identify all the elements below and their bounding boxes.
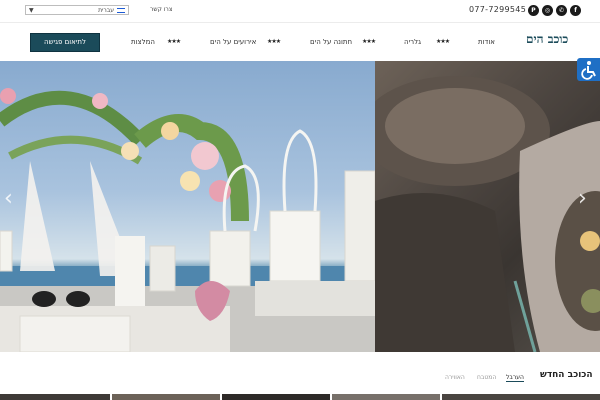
facebook-icon[interactable]: f xyxy=(570,5,581,16)
gallery-thumbnail[interactable] xyxy=(332,394,440,400)
slider-next-arrow[interactable]: › xyxy=(578,186,587,211)
gallery-thumbnail[interactable] xyxy=(442,394,600,400)
book-meeting-button[interactable]: לתיאום פגישה xyxy=(30,33,100,52)
instagram-icon[interactable]: ◎ xyxy=(542,5,553,16)
wheelchair-icon xyxy=(581,61,596,80)
pinterest-icon[interactable]: P xyxy=(528,5,539,16)
nav-item-recommendations[interactable]: המלצות xyxy=(131,38,155,46)
gallery-thumbnail[interactable] xyxy=(0,394,110,400)
nav-item-events[interactable]: אירועים על הים xyxy=(210,38,256,46)
nav-item-gallery[interactable]: גלריה xyxy=(404,38,421,46)
contact-link[interactable]: צרו קשר xyxy=(150,6,172,13)
tab-bar[interactable]: הערבל xyxy=(506,374,524,382)
chevron-down-icon: ▼ xyxy=(29,7,34,14)
slider-prev-arrow[interactable]: ‹ xyxy=(4,186,13,211)
language-label: עברית xyxy=(98,7,114,14)
nav-separator-stars: ★★★ xyxy=(167,38,181,45)
wedding-scene-illustration xyxy=(0,88,376,352)
food-scene-illustration xyxy=(360,76,600,352)
hero-slide-wedding xyxy=(0,61,376,352)
nav-item-wedding[interactable]: חתונה על הים xyxy=(310,38,352,46)
tab-kitchen[interactable]: המטבח xyxy=(477,374,496,381)
language-select[interactable]: ▼ עברית xyxy=(25,5,129,15)
phone-icon[interactable]: ✆ xyxy=(556,5,567,16)
gallery-thumbnail[interactable] xyxy=(112,394,220,400)
site-logo[interactable]: כוכב הים xyxy=(526,32,568,47)
accessibility-button[interactable] xyxy=(577,58,600,81)
phone-number[interactable]: 077-7299545 xyxy=(469,5,526,14)
nav-separator-stars: ★★★ xyxy=(362,38,376,45)
hero-slide-food xyxy=(360,61,600,352)
israel-flag-icon xyxy=(117,8,125,13)
top-bar: ▼ עברית צרו קשר 077-7299545 P ◎ ✆ f xyxy=(0,0,600,23)
section-title: הכוכב החדש xyxy=(540,370,593,380)
nav-item-about[interactable]: אודות xyxy=(478,38,495,46)
nav-separator-stars: ★★★ xyxy=(436,38,450,45)
tab-atmosphere[interactable]: האווירה xyxy=(445,374,465,381)
gallery-thumbnail[interactable] xyxy=(222,394,330,400)
hero-slider: ‹ › xyxy=(0,61,600,352)
nav-separator-stars: ★★★ xyxy=(267,38,281,45)
